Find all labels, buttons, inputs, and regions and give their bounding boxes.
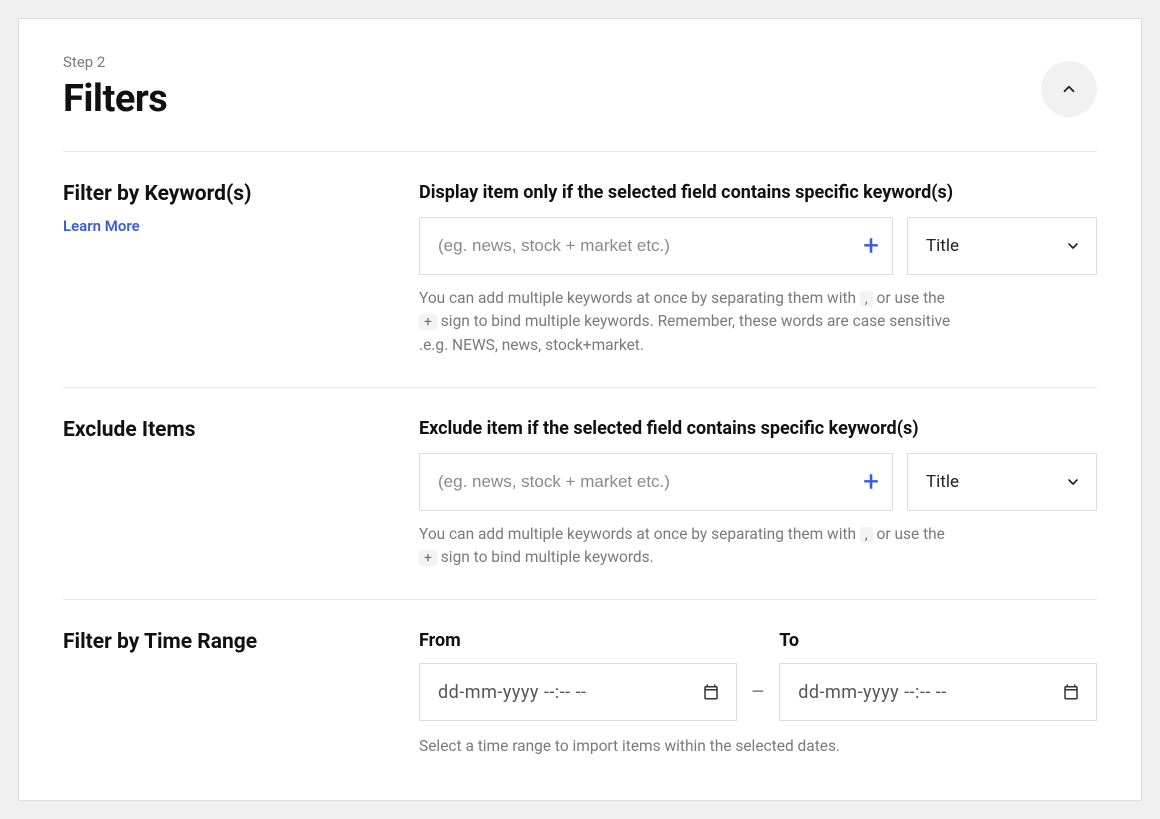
section-time-range: Filter by Time Range From dd-mm-yyyy --:… <box>63 630 1097 758</box>
help-text: You can add multiple keywords at once by… <box>419 523 959 570</box>
section-filter-keywords: Filter by Keyword(s) Learn More Display … <box>63 182 1097 388</box>
filters-panel: Step 2 Filters Filter by Keyword(s) Lear… <box>18 18 1142 801</box>
step-label: Step 2 <box>63 53 167 71</box>
exclude-input-wrap: + <box>419 453 893 511</box>
kbd-plus: + <box>419 550 437 566</box>
exclude-field-select-value: Title <box>926 472 959 492</box>
help-text-part: or use the <box>873 525 945 543</box>
kbd-plus: + <box>419 314 437 330</box>
calendar-icon <box>702 683 720 701</box>
date-to-label: To <box>779 630 1097 651</box>
field-select-wrap: Title <box>907 217 1097 275</box>
learn-more-link[interactable]: Learn More <box>63 217 140 235</box>
keyword-input-wrap: + <box>419 217 893 275</box>
help-text-part: You can add multiple keywords at once by… <box>419 289 860 307</box>
exclude-field-select[interactable]: Title <box>907 453 1097 511</box>
input-row: + Title <box>419 217 1097 275</box>
input-row: + Title <box>419 453 1097 511</box>
chevron-up-icon <box>1060 80 1078 98</box>
date-from-col: From dd-mm-yyyy --:-- -- <box>419 630 737 721</box>
exclude-keyword-input[interactable] <box>419 453 893 511</box>
date-to-input[interactable]: dd-mm-yyyy --:-- -- <box>779 663 1097 721</box>
add-keyword-button[interactable]: + <box>863 232 879 260</box>
section-title: Exclude Items <box>63 418 419 442</box>
section-right: Exclude item if the selected field conta… <box>419 418 1097 570</box>
sub-heading: Display item only if the selected field … <box>419 182 1097 203</box>
plus-icon: + <box>863 465 879 498</box>
section-title: Filter by Time Range <box>63 630 419 654</box>
date-row: From dd-mm-yyyy --:-- -- – To dd-mm-yyyy… <box>419 630 1097 721</box>
date-from-label: From <box>419 630 737 651</box>
panel-title: Filters <box>63 77 167 121</box>
exclude-field-select-wrap: Title <box>907 453 1097 511</box>
time-range-help: Select a time range to import items with… <box>419 735 959 758</box>
section-right: From dd-mm-yyyy --:-- -- – To dd-mm-yyyy… <box>419 630 1097 758</box>
section-title: Filter by Keyword(s) <box>63 182 419 206</box>
add-exclude-keyword-button[interactable]: + <box>863 468 879 496</box>
section-right: Display item only if the selected field … <box>419 182 1097 357</box>
plus-icon: + <box>863 229 879 262</box>
help-text-part: sign to bind multiple keywords. <box>437 548 654 566</box>
collapse-button[interactable] <box>1041 61 1097 117</box>
panel-header-text: Step 2 Filters <box>63 53 167 121</box>
section-left: Filter by Time Range <box>63 630 419 758</box>
panel-header: Step 2 Filters <box>63 53 1097 152</box>
date-to-col: To dd-mm-yyyy --:-- -- <box>779 630 1097 721</box>
kbd-comma: , <box>860 291 873 307</box>
field-select[interactable]: Title <box>907 217 1097 275</box>
section-left: Exclude Items <box>63 418 419 570</box>
field-select-value: Title <box>926 236 959 256</box>
section-left: Filter by Keyword(s) Learn More <box>63 182 419 357</box>
keyword-input[interactable] <box>419 217 893 275</box>
kbd-comma: , <box>860 527 873 543</box>
date-from-input[interactable]: dd-mm-yyyy --:-- -- <box>419 663 737 721</box>
date-to-placeholder: dd-mm-yyyy --:-- -- <box>798 682 947 703</box>
calendar-icon <box>1062 683 1080 701</box>
section-exclude-items: Exclude Items Exclude item if the select… <box>63 418 1097 601</box>
viewport: Step 2 Filters Filter by Keyword(s) Lear… <box>0 0 1160 819</box>
help-text-part: sign to bind multiple keywords. Remember… <box>419 312 950 353</box>
help-text-part: You can add multiple keywords at once by… <box>419 525 860 543</box>
date-separator: – <box>751 680 765 721</box>
help-text-part: or use the <box>873 289 945 307</box>
sub-heading: Exclude item if the selected field conta… <box>419 418 1097 439</box>
help-text: You can add multiple keywords at once by… <box>419 287 959 357</box>
date-from-placeholder: dd-mm-yyyy --:-- -- <box>438 682 587 703</box>
